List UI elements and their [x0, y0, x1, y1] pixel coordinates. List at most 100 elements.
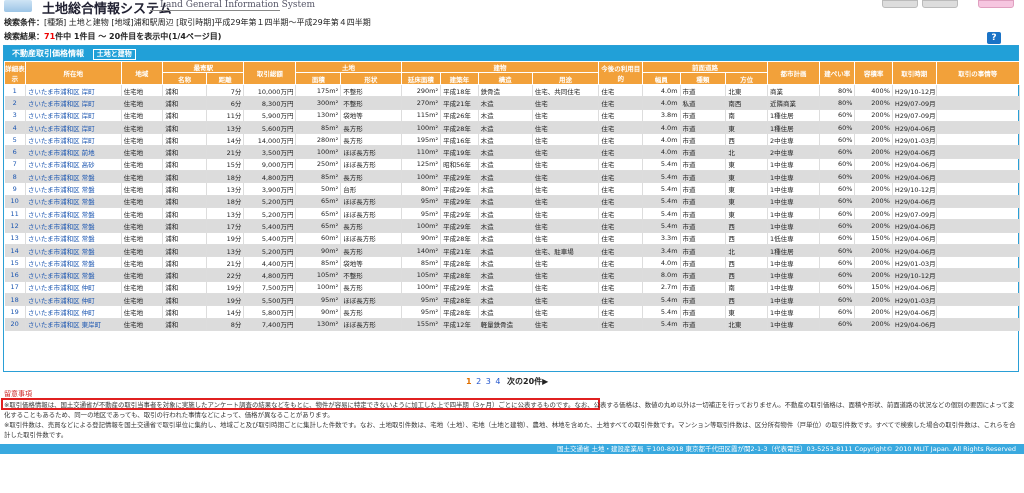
cell-loc[interactable]: さいたま市浦和区 常盤 — [25, 256, 122, 270]
cell-rw: 5.4m — [642, 195, 681, 208]
header-button-1[interactable] — [882, 0, 918, 8]
cell-loc[interactable]: さいたま市浦和区 常盤 — [25, 207, 122, 221]
col-future-use[interactable]: 今後の利用目的 — [598, 61, 644, 85]
cell-price: 10,000万円 — [243, 84, 297, 98]
col-price[interactable]: 取引総額 — [243, 61, 297, 85]
cell-loc[interactable]: さいたま市浦和区 常盤 — [25, 182, 122, 196]
cell-la: 65m² — [295, 207, 342, 221]
cell-area: 住宅地 — [121, 318, 164, 331]
header-button-3[interactable] — [978, 0, 1014, 8]
cell-no[interactable]: 6 — [4, 145, 26, 159]
cell-no[interactable]: 16 — [4, 268, 26, 282]
cell-loc[interactable]: さいたま市浦和区 岸町 — [25, 109, 122, 122]
cell-loc[interactable]: さいたま市浦和区 高砂 — [25, 158, 122, 172]
cell-no[interactable]: 5 — [4, 133, 26, 147]
col-floor-area[interactable]: 延床面積 — [400, 72, 442, 85]
cell-loc[interactable]: さいたま市浦和区 常盤 — [25, 195, 122, 208]
col-city-plan[interactable]: 都市計画 — [766, 61, 821, 85]
cell-loc[interactable]: さいたま市浦和区 常盤 — [25, 219, 122, 233]
cell-str: 木造 — [478, 170, 533, 184]
cell-no[interactable]: 1 — [4, 84, 26, 98]
cell-no[interactable]: 2 — [4, 96, 26, 110]
header-button-2[interactable] — [922, 0, 958, 8]
col-use[interactable]: 用途 — [531, 72, 600, 85]
cell-loc[interactable]: さいたま市浦和区 常盤 — [25, 232, 122, 245]
cell-str: 木造 — [478, 268, 533, 282]
help-icon[interactable]: ? — [987, 32, 1001, 44]
cell-no[interactable]: 14 — [4, 244, 26, 258]
cell-no[interactable]: 4 — [4, 121, 26, 135]
cell-loc[interactable]: さいたま市浦和区 常盤 — [25, 244, 122, 258]
col-location[interactable]: 所在地 — [24, 61, 122, 85]
col-detail: 詳細表示 — [4, 61, 26, 85]
cell-fut: 住宅 — [598, 158, 644, 172]
cell-no[interactable]: 7 — [4, 158, 26, 172]
cell-no[interactable]: 17 — [4, 281, 26, 295]
col-land-area[interactable]: 面積 — [295, 72, 342, 85]
cell-fa: 125m² — [401, 158, 442, 172]
cell-price: 4,800万円 — [243, 170, 297, 184]
cell-rd: 西 — [725, 268, 768, 282]
cell-use: 住宅 — [532, 232, 600, 245]
next-page-link[interactable]: 次の20件▶ — [507, 377, 548, 386]
page-link-4[interactable]: 4 — [495, 377, 500, 386]
cell-no[interactable]: 11 — [4, 207, 26, 221]
cell-st: 浦和 — [162, 195, 207, 208]
cell-loc[interactable]: さいたま市浦和区 岸町 — [25, 96, 122, 110]
cell-no[interactable]: 9 — [4, 182, 26, 196]
cell-rw: 5.4m — [642, 305, 681, 319]
cell-rw: 4.0m — [642, 256, 681, 270]
cell-loc[interactable]: さいたま市浦和区 東岸町 — [25, 318, 122, 331]
cell-rd: 東 — [725, 121, 768, 135]
cell-no[interactable]: 15 — [4, 256, 26, 270]
cell-no[interactable]: 8 — [4, 170, 26, 184]
cell-no[interactable]: 20 — [4, 318, 26, 331]
col-structure[interactable]: 構造 — [477, 72, 533, 85]
cell-rd: 西 — [725, 133, 768, 147]
cell-no[interactable]: 10 — [4, 195, 26, 208]
page-link-3[interactable]: 3 — [486, 377, 491, 386]
cell-loc[interactable]: さいたま市浦和区 仲町 — [25, 293, 122, 307]
table-row: 20 さいたま市浦和区 東岸町 住宅地 浦和 8分 7,400万円 130m² ほぼ長方形 15… — [4, 318, 1021, 331]
cell-str: 木造 — [478, 109, 533, 122]
col-area[interactable]: 地域 — [120, 61, 164, 85]
cell-cp: 1中住専 — [767, 158, 821, 172]
cell-loc[interactable]: さいたま市浦和区 仲町 — [25, 305, 122, 319]
col-land-shape[interactable]: 形状 — [340, 72, 402, 85]
col-station-name[interactable]: 名称 — [162, 72, 207, 85]
cell-la: 175m² — [295, 84, 342, 98]
cell-loc[interactable]: さいたま市浦和区 岸町 — [25, 133, 122, 147]
cell-loc[interactable]: さいたま市浦和区 岸町 — [25, 121, 122, 135]
cell-la: 250m² — [295, 158, 342, 172]
col-built-year[interactable]: 建築年 — [440, 72, 479, 85]
col-circumstances[interactable]: 取引の事情等 — [935, 61, 1021, 85]
cell-no[interactable]: 3 — [4, 109, 26, 122]
cell-loc[interactable]: さいたま市浦和区 常盤 — [25, 268, 122, 282]
col-distance[interactable]: 距離 — [205, 72, 245, 85]
col-time[interactable]: 取引時期 — [891, 61, 937, 85]
cell-loc[interactable]: さいたま市浦和区 岸町 — [25, 84, 122, 98]
cell-cp: 1低住専 — [767, 232, 821, 245]
cell-loc[interactable]: さいたま市浦和区 仲町 — [25, 281, 122, 295]
type-tab-button[interactable]: 土地と建物 — [92, 49, 136, 60]
cell-no[interactable]: 12 — [4, 219, 26, 233]
col-road-width[interactable]: 幅員 — [642, 72, 681, 85]
cell-far: 200% — [854, 109, 893, 122]
cell-rd: 北東 — [725, 318, 768, 331]
col-far[interactable]: 容積率 — [854, 61, 893, 85]
col-road-type[interactable]: 種類 — [679, 72, 727, 85]
cell-no[interactable]: 18 — [4, 293, 26, 307]
cell-dist: 22分 — [206, 268, 245, 282]
cell-la: 85m² — [295, 256, 342, 270]
cell-no[interactable]: 13 — [4, 232, 26, 245]
cell-loc[interactable]: さいたま市浦和区 常盤 — [25, 170, 122, 184]
cell-dist: 6分 — [206, 96, 245, 110]
cell-la: 90m² — [295, 244, 342, 258]
page-link-2[interactable]: 2 — [476, 377, 481, 386]
table-row: 2 さいたま市浦和区 岸町 住宅地 浦和 6分 8,300万円 300m² 不整形 270m² 平… — [4, 96, 1021, 110]
col-coverage[interactable]: 建ぺい率 — [819, 61, 856, 85]
col-road-dir[interactable]: 方位 — [725, 72, 768, 85]
cell-no[interactable]: 19 — [4, 305, 26, 319]
cell-loc[interactable]: さいたま市浦和区 前地 — [25, 145, 122, 159]
cell-shape: 長方形 — [340, 244, 402, 258]
